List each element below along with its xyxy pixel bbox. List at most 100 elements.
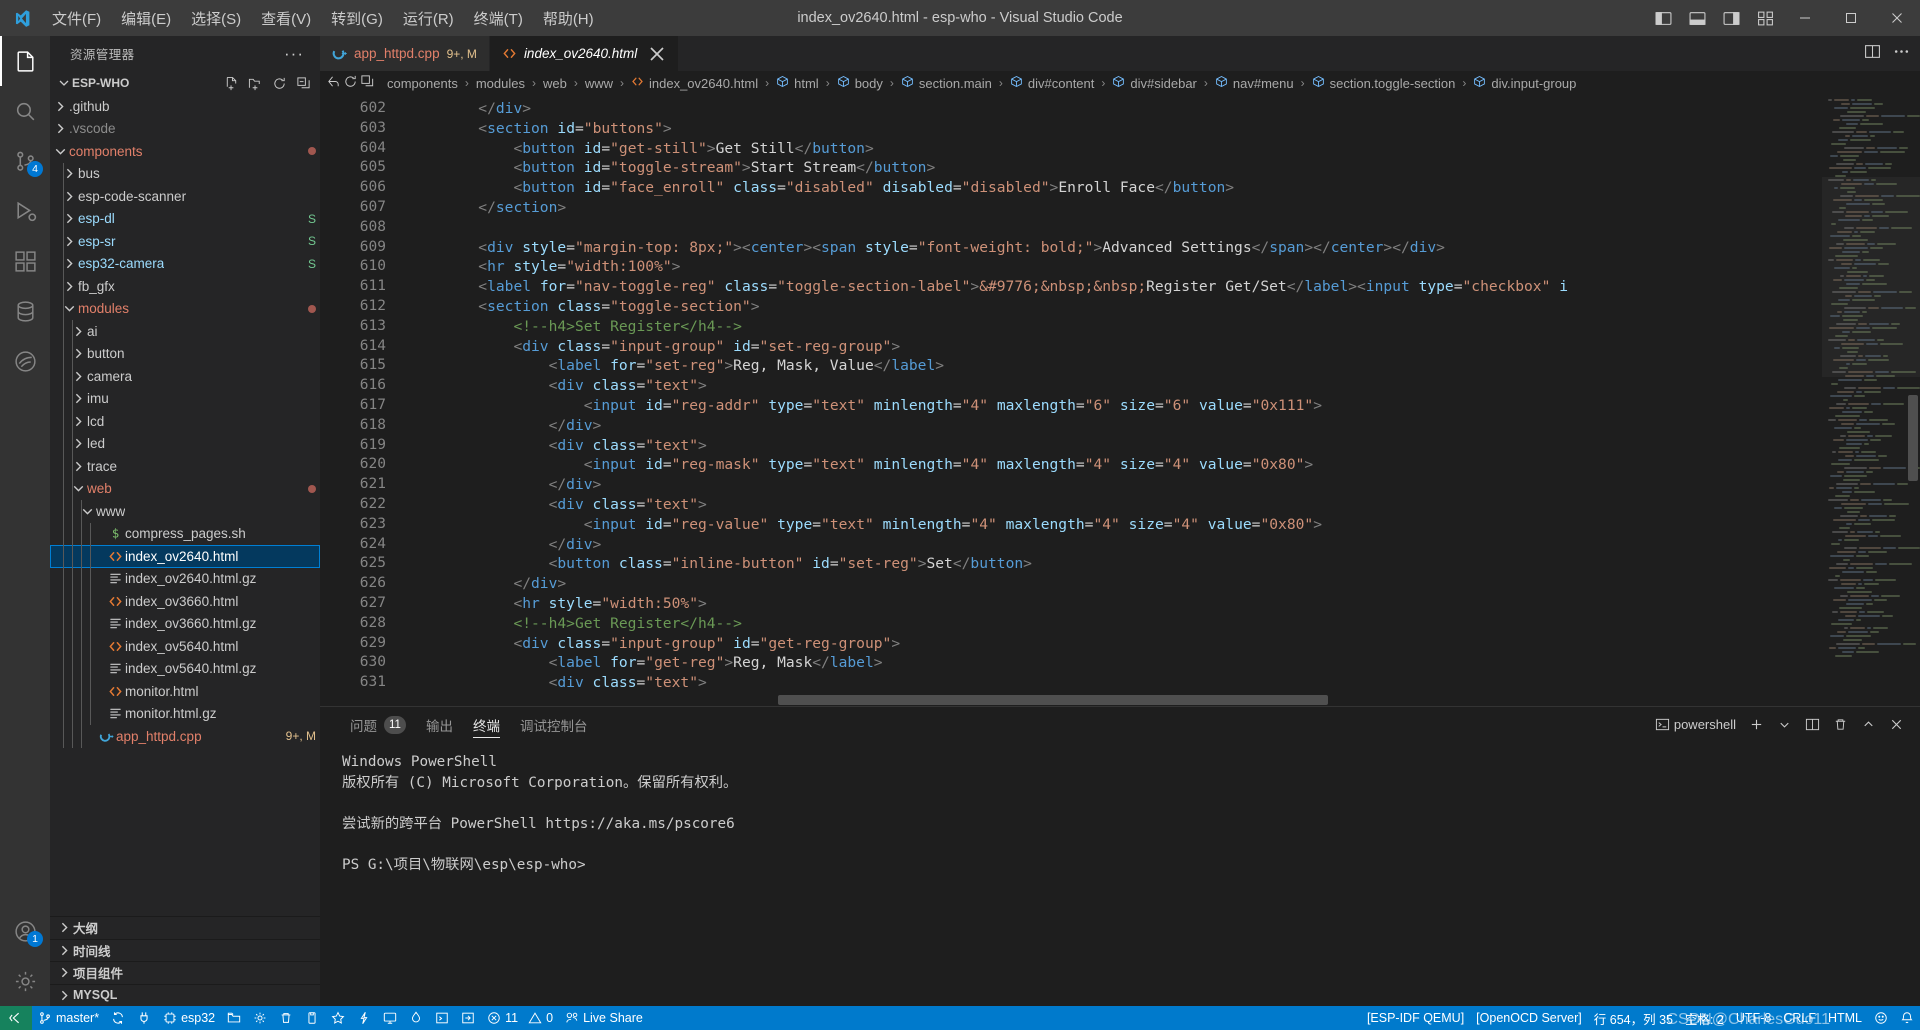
code-line[interactable]: <label for="nav-toggle-reg" class="toggl… [408, 277, 1822, 297]
tree-file-row[interactable]: app_httpd.cpp 9+, M [50, 725, 320, 748]
breadcrumb-item[interactable]: modules [474, 76, 527, 91]
status-eol[interactable]: CRLF [1777, 1006, 1822, 1030]
tree-folder-row[interactable]: esp-dl S [50, 207, 320, 230]
breadcrumb-item[interactable]: body [835, 75, 885, 91]
code-line[interactable] [408, 218, 1822, 238]
activity-search[interactable] [0, 86, 50, 136]
code-line[interactable]: <button id="face_enroll" class="disabled… [408, 178, 1822, 198]
toggle-primary-sidebar-icon[interactable] [1646, 0, 1680, 36]
editor-vertical-scrollbar[interactable] [1906, 95, 1920, 706]
code-line[interactable]: </div> [408, 416, 1822, 436]
status-qemu[interactable]: [ESP-IDF QEMU] [1361, 1006, 1470, 1030]
tree-file-row[interactable]: monitor.html [50, 680, 320, 703]
code-line[interactable]: <!--h4>Set Register</h4--> [408, 317, 1822, 337]
status-live-share[interactable]: Live Share [559, 1006, 649, 1030]
tree-folder-row[interactable]: ai [50, 320, 320, 343]
menu-run[interactable]: 运行(R) [393, 0, 464, 36]
sidebar-section-项目组件[interactable]: 项目组件 [50, 961, 320, 984]
status-idf-flash[interactable] [299, 1006, 325, 1030]
activity-database[interactable] [0, 286, 50, 336]
code-line[interactable]: <input id="reg-mask" type="text" minleng… [408, 455, 1822, 475]
tree-file-row[interactable]: monitor.html.gz [50, 702, 320, 725]
go-back-icon[interactable] [326, 74, 341, 92]
status-idf-menuconfig[interactable] [247, 1006, 273, 1030]
code-line[interactable]: <div class="text"> [408, 436, 1822, 456]
activity-accounts[interactable]: 1 [0, 906, 50, 956]
status-idf-port[interactable] [131, 1006, 157, 1030]
breadcrumb-item[interactable]: div#content [1008, 75, 1097, 91]
status-idf-flash-bolt[interactable] [351, 1006, 377, 1030]
toggle-panel-icon[interactable] [1680, 0, 1714, 36]
tab-index-ov2640-html[interactable]: index_ov2640.html [489, 36, 680, 71]
activity-explorer[interactable] [0, 36, 50, 86]
panel-tab-terminal[interactable]: 终端 [463, 707, 510, 742]
scrollbar-thumb[interactable] [778, 695, 1328, 705]
breadcrumb-item[interactable]: www [583, 76, 615, 91]
tree-file-row[interactable]: $ compress_pages.sh [50, 522, 320, 545]
activity-source-control[interactable]: 4 [0, 136, 50, 186]
tree-file-row[interactable]: index_ov5640.html.gz [50, 657, 320, 680]
code-line[interactable]: <section id="buttons"> [408, 119, 1822, 139]
window-maximize-button[interactable] [1828, 0, 1874, 36]
activity-espressif[interactable] [0, 336, 50, 386]
sidebar-section-时间线[interactable]: 时间线 [50, 938, 320, 961]
status-idf-fullclean[interactable] [273, 1006, 299, 1030]
menu-selection[interactable]: 选择(S) [181, 0, 251, 36]
code-line[interactable]: <div class="input-group" id="get-reg-gro… [408, 634, 1822, 654]
status-remote-indicator[interactable] [0, 1006, 32, 1030]
menu-help[interactable]: 帮助(H) [533, 0, 604, 36]
code-line[interactable]: <div style="margin-top: 8px;"><center><s… [408, 238, 1822, 258]
code-content[interactable]: </div> <section id="buttons"> <button id… [408, 95, 1822, 706]
tree-folder-row[interactable]: esp-sr S [50, 230, 320, 253]
status-feedback-smiley-icon[interactable] [1868, 1006, 1894, 1030]
breadcrumb-item[interactable]: div#sidebar [1110, 75, 1199, 91]
collapse-all-icon[interactable] [292, 72, 314, 94]
sidebar-section-大纲[interactable]: 大纲 [50, 916, 320, 939]
code-line[interactable]: <!--h4>Get Register</h4--> [408, 614, 1822, 634]
code-line[interactable]: <hr style="width:100%"> [408, 257, 1822, 277]
panel-tab-debug-console[interactable]: 调试控制台 [510, 707, 598, 742]
tree-folder-row[interactable]: led [50, 432, 320, 455]
split-editor-icon[interactable] [1864, 43, 1881, 65]
status-branch[interactable]: master* [32, 1006, 105, 1030]
breadcrumb-item[interactable]: html [774, 75, 821, 91]
breadcrumb[interactable]: components › modules › web › www › index_ov2640.… [320, 71, 1920, 95]
tree-folder-row[interactable]: components [50, 140, 320, 163]
refresh-icon[interactable] [268, 72, 290, 94]
workspace-section-header[interactable]: ESP-WHO [50, 71, 320, 95]
customize-layout-icon[interactable] [1748, 0, 1782, 36]
tree-folder-row[interactable]: lcd [50, 410, 320, 433]
window-minimize-button[interactable] [1782, 0, 1828, 36]
tree-file-row[interactable]: index_ov2640.html.gz [50, 567, 320, 590]
sidebar-more-actions-icon[interactable]: ··· [284, 44, 312, 64]
tree-folder-row[interactable]: esp-code-scanner [50, 185, 320, 208]
code-line[interactable]: </div> [408, 574, 1822, 594]
breadcrumb-item[interactable]: section.main [899, 75, 994, 91]
status-errors[interactable]: 11 0 [481, 1006, 559, 1030]
tree-folder-row[interactable]: .github [50, 95, 320, 118]
maximize-panel-icon[interactable] [1857, 713, 1880, 737]
tree-file-row[interactable]: index_ov2640.html [50, 545, 320, 568]
new-file-icon[interactable] [220, 72, 242, 94]
sidebar-section-MYSQL[interactable]: MYSQL [50, 983, 320, 1006]
split-terminal-icon[interactable] [1801, 713, 1824, 737]
code-line[interactable]: <button id="get-still">Get Still</button… [408, 139, 1822, 159]
breadcrumb-item[interactable]: index_ov2640.html [629, 75, 760, 91]
tab-app-httpd-cpp[interactable]: app_httpd.cpp 9+, M [320, 36, 490, 71]
tree-folder-row[interactable]: trace [50, 455, 320, 478]
code-line[interactable]: <div class="text"> [408, 376, 1822, 396]
menu-edit[interactable]: 编辑(E) [111, 0, 181, 36]
terminal-dropdown-icon[interactable] [1773, 713, 1796, 737]
status-idf-monitor[interactable] [377, 1006, 403, 1030]
new-terminal-icon[interactable] [1745, 713, 1768, 737]
close-panel-icon[interactable] [1885, 713, 1908, 737]
panel-tab-problems[interactable]: 问题 11 [340, 707, 416, 742]
toggle-secondary-sidebar-icon[interactable] [1714, 0, 1748, 36]
activity-settings[interactable] [0, 956, 50, 1006]
tree-folder-row[interactable]: camera [50, 365, 320, 388]
status-idf-debug[interactable] [403, 1006, 429, 1030]
kill-terminal-icon[interactable] [1829, 713, 1852, 737]
menu-go[interactable]: 转到(G) [321, 0, 393, 36]
status-indentation[interactable]: 空格: 2 [1679, 1006, 1730, 1030]
status-encoding[interactable]: UTF-8 [1730, 1006, 1777, 1030]
